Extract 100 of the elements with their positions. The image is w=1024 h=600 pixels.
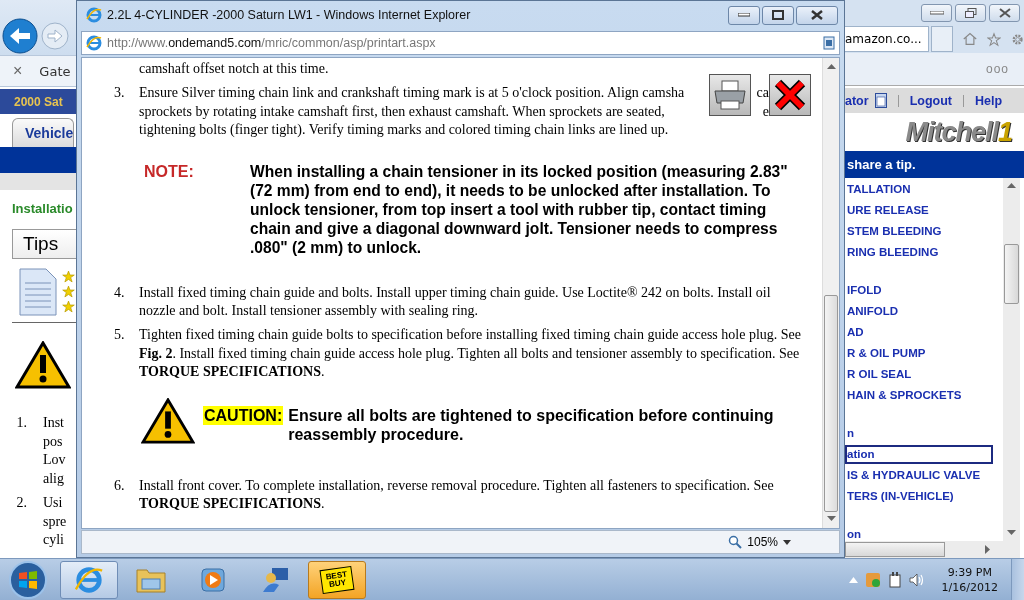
window-title: 2.2L 4-CYLINDER -2000 Saturn LW1 - Windows Internet Explorer [107,8,471,22]
scroll-thumb[interactable] [824,295,838,512]
menu-item[interactable]: ation [845,445,993,464]
ie-icon [86,35,102,51]
vehicle-title: 2000 Sat [14,94,63,109]
taskbar-app[interactable]: BEST BUY [308,560,366,599]
address-bar[interactable]: http://www.ondemand5.com/mric/common/asp/printart.aspx [81,31,840,55]
url-text: http://www.ondemand5.com/mric/common/asp/printart.aspx [107,36,436,50]
scroll-down-icon[interactable] [1007,530,1016,536]
scroll-thumb[interactable] [845,542,946,557]
step-text: Install fixed timing chain guide and bolts. Install upper timing chain guide. Use Loctite® 242 on bolts. Install oil nozzle and bolt. Install tensioner assembly with sealing ring. [139,283,772,320]
restore-icon [964,7,977,18]
ie-icon [74,564,104,595]
maximize-button[interactable] [762,5,794,25]
power-icon[interactable] [887,571,902,588]
section-heading: Installatio [12,201,74,216]
start-button[interactable] [8,559,48,600]
horizontal-scrollbar[interactable] [845,541,1020,558]
toolbar-link[interactable]: ator [845,93,869,108]
scrollbar[interactable] [822,58,839,528]
step-number: 4. [113,283,126,302]
close-button[interactable] [769,74,811,116]
tips-label: Tips [23,233,59,255]
zoom-level[interactable]: 105% [747,535,778,549]
step-text: Install front cover. To complete installation, reverse removal procedure. Tighten all fasteners to specification. See TORQUE SPECIFICATIONS. [139,476,775,513]
menu-item[interactable]: on [845,525,993,541]
minimize-icon [738,13,750,17]
logout-link[interactable]: Logout [909,93,952,108]
menu-item[interactable]: ANIFOLD [845,302,993,321]
step-text: camshaft offset notch at this time. [138,60,330,78]
step-text: ca [756,84,769,102]
step-text: Lov [43,451,66,469]
ie-icon [86,7,102,23]
help-link[interactable]: Help [974,93,1003,108]
scroll-thumb[interactable] [1004,244,1019,304]
step-text: cyli [43,531,65,549]
zoom-icon [728,535,743,549]
menu-item[interactable]: TERS (IN-VEHICLE) [845,487,993,506]
media-player-icon [199,565,227,594]
compatibility-icon[interactable] [823,36,835,50]
menu-item[interactable]: n [845,424,993,443]
step-number: 5. [113,326,126,344]
step-number: 6. [113,476,126,495]
menu-item[interactable]: IS & HYDRAULIC VALVE [845,466,993,485]
show-desktop-button[interactable] [1011,558,1024,600]
star-icon [62,270,75,283]
note-label: NOTE: [143,161,195,182]
step-number: 3. [113,84,126,102]
taskbar-app[interactable] [60,560,118,599]
star-icon [62,300,75,313]
step-text: pos [43,432,64,451]
scroll-down-icon[interactable] [826,516,836,522]
close-icon [774,79,806,111]
step-text: Inst [43,414,65,432]
menu-item[interactable]: TALLATION [845,180,993,199]
print-button[interactable] [709,74,751,116]
menu-item[interactable]: R OIL SEAL [845,365,993,384]
close-tab-button[interactable]: × [13,62,23,80]
menu-item[interactable]: IFOLD [845,281,993,300]
close-icon [811,10,823,20]
scrollbar[interactable] [1003,178,1020,541]
vehicle-tab[interactable]: Vehicle [12,118,75,147]
scroll-up-icon[interactable] [826,64,836,70]
restore-button[interactable] [955,3,986,22]
menu-item[interactable]: STEM BLEEDING [845,222,993,241]
star-icon [62,285,75,298]
step-text: sprockets by rotating intake camshaft first, then exhaust camshaft. When sprockets are seated, [139,102,665,121]
menu-item[interactable]: HAIN & SPROCKETS [845,386,993,405]
calendar-icon[interactable] [874,93,887,108]
step-text: e [762,102,769,121]
step-text: spre [43,512,67,531]
caret-icon[interactable] [783,539,791,545]
browser-tab[interactable]: amazon.co... [845,26,929,52]
clock-time[interactable]: 9:39 PM [947,564,992,580]
caution-text: Ensure all bolts are tightened to specification before continuing reassembly procedure. [288,405,775,444]
close-button[interactable] [989,3,1020,22]
scroll-right-icon[interactable] [985,545,990,554]
menu-item[interactable]: RING BLEEDING [845,243,993,262]
step-text: alig [43,469,65,488]
step-text: tightening bolts (finger tight). Verify timing marks and colored timing chain links are lined up. [139,121,669,139]
menu-item[interactable]: URE RELEASE [845,201,993,220]
home-icon[interactable] [962,31,977,47]
scroll-up-icon[interactable] [1007,183,1016,189]
minimize-button[interactable] [921,3,952,22]
close-button[interactable] [796,5,838,25]
maximize-icon [772,10,784,20]
step-number: 2. [15,494,28,512]
menu-item[interactable]: AD [845,323,993,342]
volume-icon[interactable] [908,572,925,587]
step-text: Tighten fixed timing chain guide bolts to specification before installing fixed timing chain guide access hole plug. See Fig. 2. Install fixed timing chain guide access hole plug. Tighten all bolts and tensioner assembly to specification. See TORQUE SPECIFICATIONS. [139,326,802,381]
star-icon[interactable] [986,30,1001,48]
browser-tab[interactable]: Gate [39,63,71,79]
minimize-icon [929,10,944,15]
menu-item[interactable]: R & OIL PUMP [845,344,993,363]
step-text: Ensure Silver timing chain link and crankshaft timing mark is at 5 o'clock position. Align camsha [139,84,685,102]
document-icon [18,267,58,317]
clock-date[interactable]: 1/16/2012 [941,579,998,595]
note-text: When installing a chain tensioner in its locked position (measuring 2.83" (72 mm) from end to end), it needs to be unlocked after installation. To unlock tensioner, from top insert a tool with rubber tip, contact timing chain and give a diagonal downward jolt. Tensioner needs to compress .080" (2 mm) to unlock. [250,161,789,257]
printer-icon [713,79,747,111]
back-button[interactable] [2,18,38,54]
